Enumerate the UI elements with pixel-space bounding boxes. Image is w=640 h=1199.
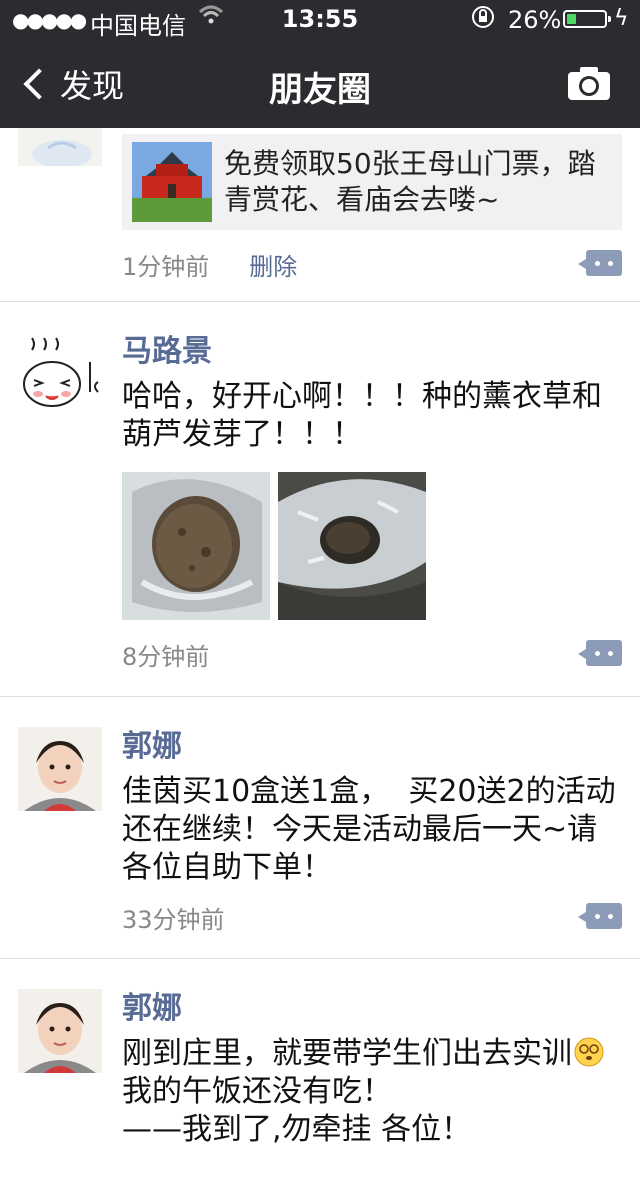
moment-post: 郭娜 佳茵买10盒送1盒， 买20送2的活动还在继续！今天是活动最后一天~请各位… bbox=[0, 697, 640, 959]
camera-icon[interactable] bbox=[566, 64, 612, 102]
username[interactable]: 郭娜 bbox=[122, 727, 622, 767]
post-text: 哈哈，好开心啊！！！种的薰衣草和葫芦发芽了！！！ bbox=[122, 379, 602, 452]
post-meta: 8分钟前 bbox=[122, 632, 622, 676]
charging-icon: ϟ bbox=[614, 6, 629, 31]
moment-post: 郭娜 刚到庄里，就要带学生们出去实训 我的午饭还没有吃！ ——我到了,勿牵挂 各… bbox=[0, 959, 640, 1199]
battery-icon bbox=[563, 10, 611, 28]
shared-link-card[interactable]: 免费领取50张王母山门票，踏青赏花、看庙会去喽~ bbox=[122, 134, 622, 230]
photo-grid bbox=[122, 472, 622, 620]
battery-percent: 26% bbox=[508, 6, 562, 34]
post-text-line: ——我到了,勿牵挂 各位！ bbox=[122, 1112, 472, 1147]
link-title: 免费领取50张王母山门票，踏青赏花、看庙会去喽~ bbox=[224, 147, 596, 216]
post-text: 刚到庄里，就要带学生们出去实训 我的午饭还没有吃！ ——我到了,勿牵挂 各位！ bbox=[122, 1035, 622, 1149]
comment-icon[interactable] bbox=[578, 903, 622, 929]
status-bar: ●●●●● 中国电信 13:55 26% ϟ bbox=[0, 0, 640, 40]
delete-link[interactable]: 删除 bbox=[249, 247, 297, 282]
comment-icon[interactable] bbox=[578, 250, 622, 276]
username[interactable]: 郭娜 bbox=[122, 989, 622, 1029]
moment-post: 免费领取50张王母山门票，踏青赏花、看庙会去喽~ 1分钟前 删除 bbox=[0, 82, 640, 302]
nav-bar: 发现 朋友圈 bbox=[0, 40, 640, 128]
post-text-line: 刚到庄里，就要带学生们出去实训 bbox=[122, 1036, 572, 1071]
moments-feed[interactable]: 免费领取50张王母山门票，踏青赏花、看庙会去喽~ 1分钟前 删除 马路景 哈哈，… bbox=[0, 82, 640, 1199]
dizzy-face-emoji-icon bbox=[574, 1037, 604, 1067]
moment-post: 马路景 哈哈，好开心啊！！！种的薰衣草和葫芦发芽了！！！ 8分钟前 bbox=[0, 302, 640, 697]
avatar[interactable] bbox=[18, 989, 102, 1073]
comment-icon[interactable] bbox=[578, 640, 622, 666]
post-meta: 1分钟前 删除 bbox=[122, 242, 622, 286]
post-text: 佳茵买10盒送1盒， 买20送2的活动还在继续！今天是活动最后一天~请各位自助下… bbox=[122, 774, 616, 885]
avatar[interactable] bbox=[18, 332, 102, 416]
post-text-line: 我的午饭还没有吃！ bbox=[122, 1074, 392, 1109]
link-thumbnail bbox=[132, 142, 212, 222]
post-meta: 33分钟前 bbox=[122, 895, 622, 939]
post-time: 1分钟前 bbox=[122, 252, 210, 281]
avatar[interactable] bbox=[18, 727, 102, 811]
post-photo[interactable] bbox=[278, 472, 426, 620]
post-time: 33分钟前 bbox=[122, 905, 225, 934]
username[interactable]: 马路景 bbox=[122, 332, 622, 372]
post-time: 8分钟前 bbox=[122, 642, 210, 671]
top-bar: ●●●●● 中国电信 13:55 26% ϟ 发现 朋友圈 bbox=[0, 0, 640, 128]
post-photo[interactable] bbox=[122, 472, 270, 620]
rotation-lock-icon bbox=[470, 4, 496, 36]
page-title: 朋友圈 bbox=[269, 70, 371, 110]
